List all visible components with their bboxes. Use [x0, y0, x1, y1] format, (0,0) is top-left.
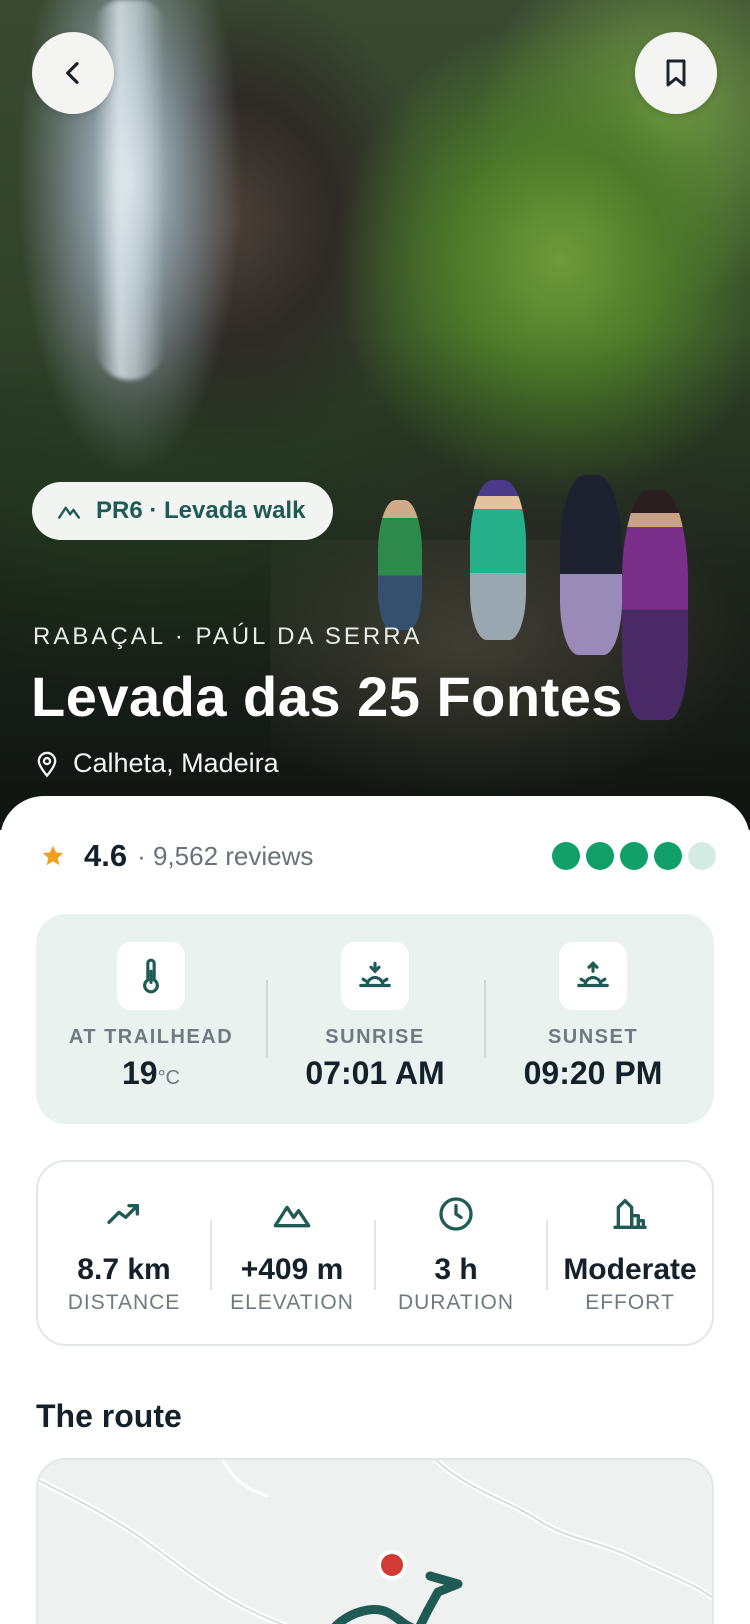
- route-start-marker: [377, 1550, 407, 1580]
- trend-icon: [107, 1204, 139, 1224]
- star-icon: [42, 845, 64, 866]
- thermometer-icon: [143, 958, 159, 994]
- trail-type-label: PR6 · Levada walk: [96, 497, 306, 524]
- temperature-unit: °C: [157, 1067, 181, 1089]
- hero-image: PR6 · Levada walk RABAÇAL · PAÚL DA SERR…: [0, 0, 750, 830]
- clock-icon: [439, 1197, 473, 1231]
- trail-location: Calheta, Madeira: [33, 748, 279, 779]
- temperature-value: 19°C: [121, 1055, 181, 1091]
- sunrise-value: 07:01 AM: [305, 1055, 445, 1091]
- effort-value: Moderate: [563, 1253, 697, 1286]
- sunset-block: SUNSET 09:20 PM: [484, 914, 702, 1124]
- hiker-figure: [470, 480, 526, 640]
- rating-dot-filled: [620, 842, 648, 870]
- elevation-label: ELEVATION: [230, 1291, 354, 1314]
- rating-dots: [552, 842, 716, 870]
- sunrise-icon: [359, 961, 391, 988]
- elevation-value: +409 m: [240, 1253, 344, 1286]
- sunrise-label: SUNRISE: [325, 1026, 425, 1048]
- rating-row[interactable]: 4.6 · 9,562 reviews: [40, 836, 716, 876]
- duration-value: 3 h: [434, 1253, 478, 1286]
- elevation-stat: +409 m ELEVATION: [210, 1162, 374, 1348]
- effort-icon: [613, 1199, 647, 1229]
- hiker-figure: [622, 490, 688, 720]
- chevron-left-icon: [66, 62, 79, 84]
- route-map-graphic: [38, 1460, 712, 1624]
- distance-value: 8.7 km: [77, 1253, 171, 1286]
- temperature-label: AT TRAILHEAD: [68, 1026, 234, 1048]
- sunset-icon: [577, 961, 609, 988]
- duration-stat: 3 h DURATION: [374, 1162, 538, 1348]
- back-button[interactable]: [32, 32, 114, 114]
- distance-stat: 8.7 km DISTANCE: [42, 1162, 206, 1348]
- sunrise-block: SUNRISE 07:01 AM: [266, 914, 484, 1124]
- effort-stat: Moderate EFFORT: [546, 1162, 714, 1348]
- hiker-figure: [560, 475, 622, 655]
- conditions-card: AT TRAILHEAD 19°C SUNRISE 07:01 AM SUNSE…: [36, 914, 714, 1124]
- duration-label: DURATION: [397, 1291, 515, 1314]
- rating-value: 4.6: [84, 838, 128, 873]
- temperature-block: AT TRAILHEAD 19°C: [42, 914, 260, 1124]
- rating-dot-filled: [552, 842, 580, 870]
- trail-type-tag: PR6 · Levada walk: [32, 482, 334, 540]
- mountain-icon: [273, 1205, 311, 1228]
- route-section-title: The route: [36, 1398, 182, 1434]
- sunset-value: 09:20 PM: [523, 1055, 663, 1091]
- stats-card: 8.7 km DISTANCE +409 m ELEVATION 3 h DUR…: [36, 1160, 714, 1346]
- rating-dot-empty: [688, 842, 716, 870]
- trail-title: Levada das 25 Fontes: [31, 665, 624, 728]
- mountain-icon: [58, 506, 80, 519]
- bookmark-button[interactable]: [635, 32, 717, 114]
- distance-label: DISTANCE: [67, 1291, 181, 1314]
- map-pin-icon: [37, 751, 57, 777]
- effort-label: EFFORT: [585, 1291, 675, 1314]
- location-label: Calheta, Madeira: [73, 748, 279, 778]
- rating-dot-filled: [654, 842, 682, 870]
- rating-dot-filled: [586, 842, 614, 870]
- sunset-label: SUNSET: [547, 1026, 639, 1048]
- review-count[interactable]: · 9,562 reviews: [137, 841, 313, 872]
- bookmark-icon: [666, 59, 686, 87]
- hiker-figure: [378, 500, 422, 630]
- details-sheet: 4.6 · 9,562 reviews AT TRAILHEAD 19°C SU…: [0, 796, 750, 1624]
- route-map[interactable]: [36, 1458, 714, 1624]
- trail-region: RABAÇAL · PAÚL DA SERRA: [33, 623, 423, 650]
